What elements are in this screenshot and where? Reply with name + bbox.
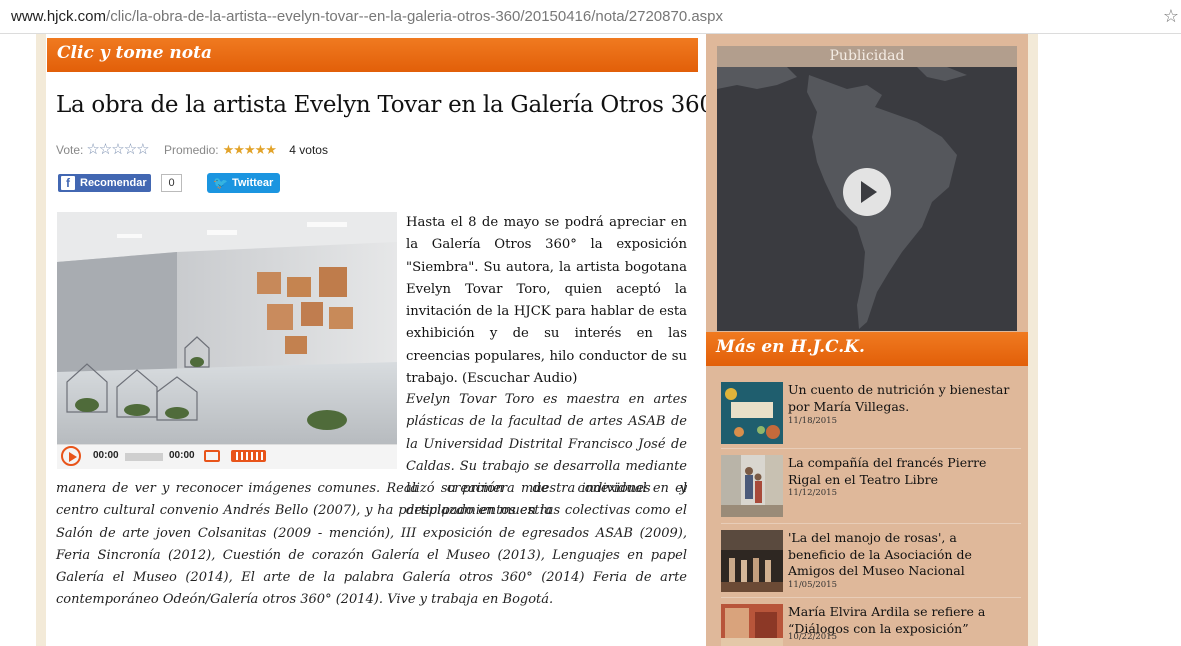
news-date: 11/05/2015 [788, 580, 837, 590]
page-margin-right [1028, 34, 1038, 646]
news-date: 10/22/2015 [788, 632, 837, 642]
twitter-bird-icon: 🐦 [213, 176, 228, 190]
address-bar[interactable]: www.hjck.com/clic/la-obra-de-la-artista-… [0, 0, 1181, 34]
news-item[interactable]: María Elvira Ardila se refiere a “Diálog… [721, 597, 1021, 646]
url-host: www.hjck.com [11, 8, 107, 25]
video-play-icon[interactable] [843, 168, 891, 216]
news-item[interactable]: 'La del manojo de rosas', a beneficio de… [721, 523, 1021, 594]
news-title[interactable]: Un cuento de nutrición y bienestar por M… [788, 382, 1018, 415]
page-margin-left [36, 34, 46, 646]
twitter-tweet-button[interactable]: 🐦 Twittear [207, 173, 281, 193]
facebook-recommend-button[interactable]: f Recomendar [58, 174, 151, 192]
news-date: 11/12/2015 [788, 488, 837, 498]
more-header: Más en H.J.C.K. [706, 332, 1028, 366]
news-divider [721, 523, 1021, 524]
vote-count: 4 votos [289, 143, 328, 157]
play-icon[interactable] [61, 446, 81, 466]
section-header: Clic y tome nota [47, 38, 698, 72]
facebook-icon: f [61, 176, 75, 190]
news-item[interactable]: La compañía del francés Pierre Rigal en … [721, 448, 1021, 519]
news-title[interactable]: 'La del manojo de rosas', a beneficio de… [788, 530, 1018, 580]
sidebar: Publicidad Más en H.J.C.K. Un cuento de … [706, 34, 1028, 646]
facebook-recommend-label: Recomendar [80, 177, 147, 189]
main-content: Clic y tome nota La obra de la artista E… [46, 34, 725, 646]
bookmark-star-icon[interactable]: ☆ [1163, 6, 1179, 27]
url-text[interactable]: www.hjck.com/clic/la-obra-de-la-artista-… [11, 8, 723, 25]
vote-label: Vote: [56, 143, 84, 157]
audio-progress-bar[interactable] [125, 453, 163, 461]
ad-label: Publicidad [717, 46, 1017, 67]
news-date: 11/18/2015 [788, 416, 837, 426]
section-title: Clic y tome nota [57, 43, 212, 63]
article-photo [57, 212, 397, 444]
average-stars-icon: ★★★★★ [222, 142, 277, 157]
url-path: /clic/la-obra-de-la-artista--evelyn-tova… [106, 8, 724, 25]
news-divider [721, 448, 1021, 449]
vote-stars[interactable]: ☆☆☆☆☆ [86, 141, 149, 158]
news-thumbnail[interactable] [721, 604, 783, 646]
news-thumbnail[interactable] [721, 382, 783, 444]
audio-duration: 00:00 [169, 450, 195, 461]
volume-slider[interactable] [231, 450, 266, 462]
article-title: La obra de la artista Evelyn Tovar en la… [56, 92, 725, 118]
more-title: Más en H.J.C.K. [716, 337, 865, 357]
article-paragraph-2-bottom: manera de ver y reconocer imágenes comun… [56, 481, 687, 608]
news-item[interactable]: Un cuento de nutrición y bienestar por M… [721, 382, 1021, 446]
audio-current-time: 00:00 [93, 450, 119, 461]
audio-player: 00:00 00:00 [57, 444, 397, 469]
mute-icon[interactable] [204, 450, 220, 462]
ad-video[interactable]: Publicidad [717, 46, 1017, 331]
news-thumbnail[interactable] [721, 455, 783, 517]
news-divider [721, 597, 1021, 598]
average-label: Promedio: [163, 143, 219, 157]
news-thumbnail[interactable] [721, 530, 783, 592]
article-paragraph-1: Hasta el 8 de mayo se podrá apreciar en … [406, 215, 687, 387]
twitter-tweet-label: Twittear [231, 177, 274, 189]
facebook-count: 0 [161, 174, 182, 192]
vote-row: Vote: ☆☆☆☆☆ Promedio: ★★★★★ 4 votos [56, 140, 328, 158]
news-title[interactable]: La compañía del francés Pierre Rigal en … [788, 455, 1018, 488]
